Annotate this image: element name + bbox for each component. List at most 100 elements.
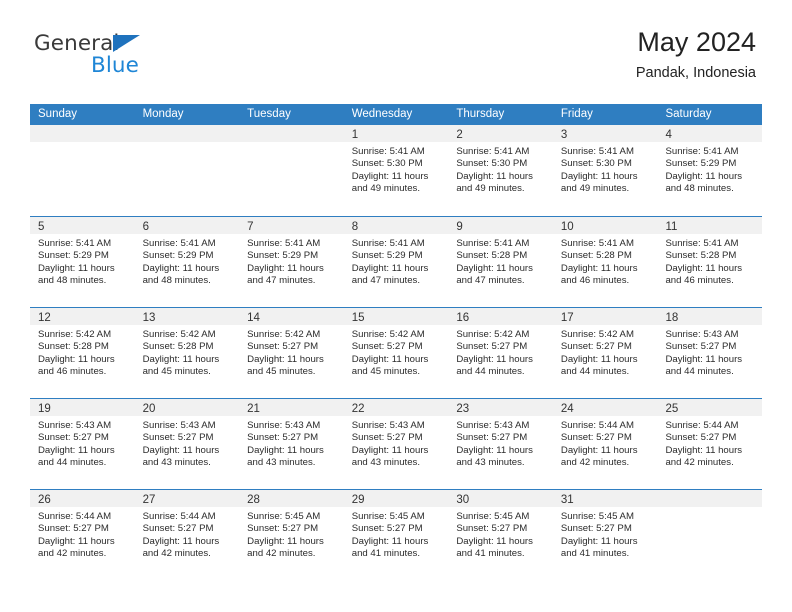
day-number-strip: 29 — [343, 490, 449, 507]
day-number: 30 — [456, 494, 470, 506]
calendar-day-cell[interactable]: 6 Sunrise: 5:41 AM Sunset: 5:29 PM Daylight… — [134, 216, 240, 306]
daylight-text: Daylight: 11 hours and 43 minutes. — [456, 444, 533, 469]
calendar-day-cell[interactable]: 11 Sunrise: 5:41 AM Sunset: 5:28 PM Dayligh… — [657, 216, 763, 306]
day-number: 31 — [560, 494, 574, 506]
day-number-strip: 30 — [448, 490, 553, 507]
day-number-strip: 27 — [134, 490, 240, 507]
calendar-day-cell[interactable]: 14 Sunrise: 5:42 AM Sunset: 5:27 PM Dayligh… — [239, 307, 344, 397]
day-number: 23 — [456, 403, 470, 415]
calendar-day-cell[interactable]: 19 Sunrise: 5:43 AM Sunset: 5:27 PM Dayligh… — [30, 398, 135, 488]
calendar-day-cell[interactable]: 25 Sunrise: 5:44 AM Sunset: 5:27 PM Dayligh… — [657, 398, 763, 488]
day-number-strip: 4 — [657, 125, 763, 142]
day-number-strip: 3 — [552, 125, 658, 142]
day-number: 4 — [665, 129, 672, 141]
day-number-strip: 1 — [343, 125, 449, 142]
calendar-day-cell[interactable]: 1 Sunrise: 5:41 AM Sunset: 5:30 PM Daylight… — [343, 125, 449, 215]
calendar-day-cell[interactable]: 30 Sunrise: 5:45 AM Sunset: 5:27 PM Dayligh… — [448, 489, 553, 579]
day-number-strip — [30, 125, 135, 142]
day-number: 28 — [247, 494, 260, 506]
day-number: 16 — [456, 312, 470, 324]
sunset-text: Sunset: 5:27 PM — [560, 432, 632, 444]
daylight-text: Daylight: 11 hours and 48 minutes. — [142, 262, 220, 287]
calendar-day-cell[interactable]: 5 Sunrise: 5:41 AM Sunset: 5:29 PM Daylight… — [30, 216, 135, 306]
sunset-text: Sunset: 5:27 PM — [560, 341, 632, 353]
daylight-text: Daylight: 11 hours and 49 minutes. — [560, 170, 638, 195]
calendar-week-row: 19 Sunrise: 5:43 AM Sunset: 5:27 PM Dayligh… — [30, 397, 763, 488]
sunset-text: Sunset: 5:28 PM — [38, 341, 109, 353]
calendar-day-cell[interactable]: 7 Sunrise: 5:41 AM Sunset: 5:29 PM Daylight… — [239, 216, 344, 306]
sunrise-text: Sunrise: 5:45 AM — [560, 511, 634, 522]
daylight-text: Daylight: 11 hours and 41 minutes. — [351, 535, 429, 560]
sunset-text: Sunset: 5:27 PM — [456, 523, 528, 535]
calendar-weeks: 1 Sunrise: 5:41 AM Sunset: 5:30 PM Daylight… — [30, 125, 763, 579]
calendar-day-cell[interactable]: 17 Sunrise: 5:42 AM Sunset: 5:27 PM Dayligh… — [552, 307, 658, 397]
calendar-day-cell[interactable]: 21 Sunrise: 5:43 AM Sunset: 5:27 PM Dayligh… — [239, 398, 344, 488]
sunrise-text: Sunrise: 5:44 AM — [560, 420, 634, 431]
calendar-day-cell[interactable]: 3 Sunrise: 5:41 AM Sunset: 5:30 PM Daylight… — [552, 125, 658, 215]
sunrise-text: Sunrise: 5:45 AM — [247, 511, 321, 522]
calendar-day-cell[interactable]: 24 Sunrise: 5:44 AM Sunset: 5:27 PM Dayligh… — [552, 398, 658, 488]
sunset-text: Sunset: 5:27 PM — [38, 432, 109, 444]
calendar-day-cell[interactable]: 4 Sunrise: 5:41 AM Sunset: 5:29 PM Daylight… — [657, 125, 763, 215]
daylight-text: Daylight: 11 hours and 46 minutes. — [665, 262, 743, 287]
day-number-strip: 25 — [657, 399, 763, 416]
day-number: 14 — [247, 312, 260, 324]
day-number-strip: 9 — [448, 217, 553, 234]
day-number-strip: 14 — [239, 308, 344, 325]
sunrise-text: Sunrise: 5:43 AM — [247, 420, 321, 431]
calendar-page: General Blue May 2024 Pandak, Indonesia … — [0, 0, 792, 612]
calendar-day-cell[interactable]: 28 Sunrise: 5:45 AM Sunset: 5:27 PM Dayligh… — [239, 489, 344, 579]
day-number-strip: 8 — [343, 217, 449, 234]
calendar-day-cell[interactable]: 12 Sunrise: 5:42 AM Sunset: 5:28 PM Dayligh… — [30, 307, 135, 397]
calendar-day-cell[interactable]: 8 Sunrise: 5:41 AM Sunset: 5:29 PM Daylight… — [343, 216, 449, 306]
page-subtitle: Pandak, Indonesia — [635, 65, 756, 82]
calendar-day-cell[interactable]: 9 Sunrise: 5:41 AM Sunset: 5:28 PM Daylight… — [448, 216, 553, 306]
daylight-text: Daylight: 11 hours and 44 minutes. — [456, 353, 533, 378]
day-number: 11 — [665, 221, 678, 233]
calendar-day-cell[interactable]: 2 Sunrise: 5:41 AM Sunset: 5:30 PM Daylight… — [448, 125, 553, 215]
calendar-day-cell[interactable]: 22 Sunrise: 5:43 AM Sunset: 5:27 PM Dayligh… — [343, 398, 449, 488]
calendar-day-cell[interactable]: 13 Sunrise: 5:42 AM Sunset: 5:28 PM Dayligh… — [134, 307, 240, 397]
calendar-day-cell[interactable]: 16 Sunrise: 5:42 AM Sunset: 5:27 PM Dayligh… — [448, 307, 553, 397]
sunrise-text: Sunrise: 5:43 AM — [456, 420, 530, 431]
calendar-day-cell[interactable]: 23 Sunrise: 5:43 AM Sunset: 5:27 PM Dayligh… — [448, 398, 553, 488]
day-number: 26 — [38, 494, 51, 506]
weekday-header-saturday: Saturday — [665, 108, 712, 120]
weekday-header-friday: Friday — [560, 108, 593, 120]
general-blue-logo[interactable]: General Blue — [34, 33, 254, 85]
sunset-text: Sunset: 5:27 PM — [351, 341, 423, 353]
daylight-text: Daylight: 11 hours and 42 minutes. — [560, 444, 638, 469]
daylight-text: Daylight: 11 hours and 44 minutes. — [38, 444, 115, 469]
daylight-text: Daylight: 11 hours and 47 minutes. — [456, 262, 533, 287]
sunrise-text: Sunrise: 5:41 AM — [456, 146, 530, 157]
day-details: Sunrise: 5:43 AM Sunset: 5:27 PM Daylight:… — [344, 416, 449, 470]
sunrise-text: Sunrise: 5:42 AM — [560, 329, 634, 340]
calendar-day-cell[interactable]: 20 Sunrise: 5:43 AM Sunset: 5:27 PM Dayligh… — [134, 398, 240, 488]
day-number-strip: 6 — [134, 217, 240, 234]
sunset-text: Sunset: 5:27 PM — [456, 432, 528, 444]
calendar-day-cell[interactable]: 31 Sunrise: 5:45 AM Sunset: 5:27 PM Dayligh… — [552, 489, 658, 579]
day-details: Sunrise: 5:42 AM Sunset: 5:28 PM Daylight:… — [135, 325, 240, 379]
calendar-day-cell[interactable]: 26 Sunrise: 5:44 AM Sunset: 5:27 PM Dayligh… — [30, 489, 135, 579]
sunset-text: Sunset: 5:27 PM — [38, 523, 109, 535]
logo-text-general: General — [34, 31, 120, 56]
day-details: Sunrise: 5:41 AM Sunset: 5:29 PM Daylight:… — [239, 234, 344, 288]
calendar-day-cell[interactable]: 27 Sunrise: 5:44 AM Sunset: 5:27 PM Dayligh… — [134, 489, 240, 579]
daylight-text: Daylight: 11 hours and 44 minutes. — [665, 353, 743, 378]
sunset-text: Sunset: 5:28 PM — [560, 250, 632, 262]
day-number: 2 — [456, 129, 463, 141]
calendar-day-cell[interactable]: 18 Sunrise: 5:43 AM Sunset: 5:27 PM Dayligh… — [657, 307, 763, 397]
logo-text-blue: Blue — [91, 53, 139, 78]
day-details: Sunrise: 5:41 AM Sunset: 5:29 PM Daylight:… — [344, 234, 449, 288]
calendar-day-cell[interactable]: 10 Sunrise: 5:41 AM Sunset: 5:28 PM Dayligh… — [552, 216, 658, 306]
sunset-text: Sunset: 5:27 PM — [142, 432, 214, 444]
sunset-text: Sunset: 5:27 PM — [665, 341, 737, 353]
calendar-day-cell[interactable]: 29 Sunrise: 5:45 AM Sunset: 5:27 PM Dayligh… — [343, 489, 449, 579]
sunrise-text: Sunrise: 5:42 AM — [456, 329, 530, 340]
day-details: Sunrise: 5:45 AM Sunset: 5:27 PM Daylight:… — [553, 507, 658, 561]
calendar-day-cell[interactable]: 15 Sunrise: 5:42 AM Sunset: 5:27 PM Dayligh… — [343, 307, 449, 397]
sunrise-text: Sunrise: 5:44 AM — [38, 511, 112, 522]
sunset-text: Sunset: 5:28 PM — [456, 250, 528, 262]
daylight-text: Daylight: 11 hours and 46 minutes. — [560, 262, 638, 287]
sunrise-text: Sunrise: 5:43 AM — [351, 420, 425, 431]
